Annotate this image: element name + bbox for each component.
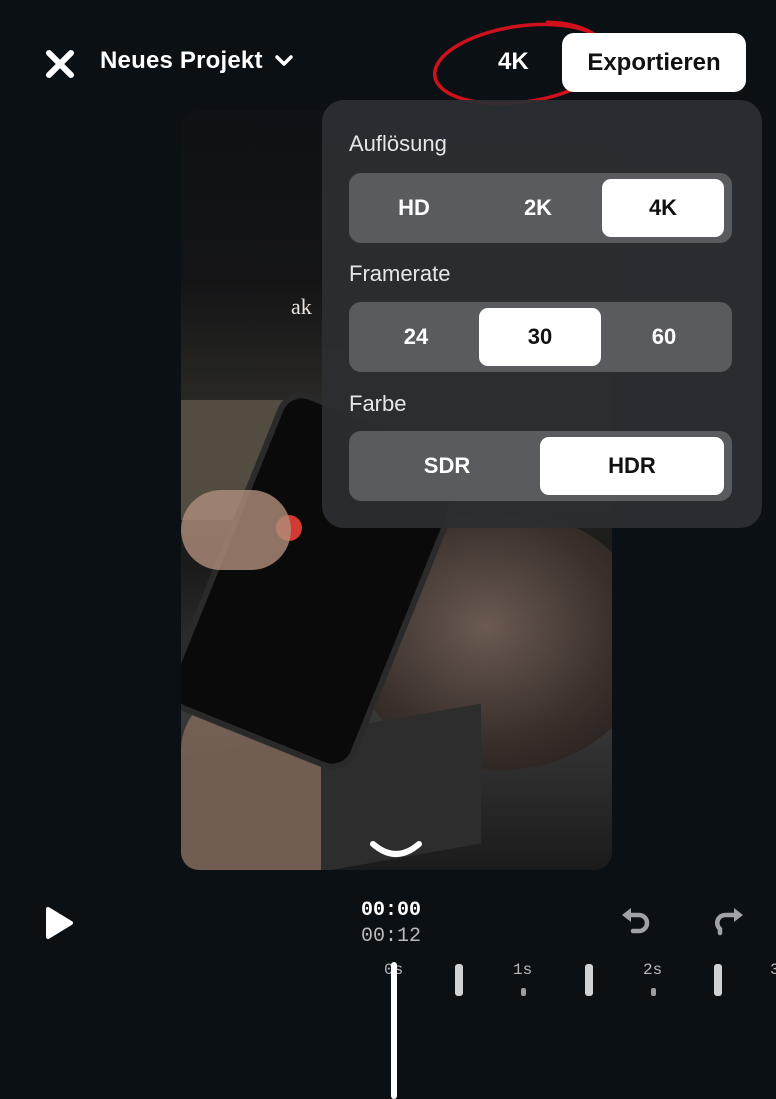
color-option-hdr[interactable]: HDR [540,437,724,495]
resolution-section-label: Auflösung [349,131,447,156]
color-section-label: Farbe [349,391,407,416]
timeline-label: 1s [513,961,533,979]
preview-overlay-text: ak [291,294,312,319]
close-button[interactable] [44,48,76,80]
timeline-label: 2s [643,961,663,979]
framerate-segmented-control: 24 30 60 [349,302,732,372]
current-time: 00:00 [361,899,422,922]
project-title-dropdown[interactable]: Neues Projekt [100,47,295,75]
play-icon[interactable] [44,906,74,940]
preview-fingers [181,490,291,570]
export-settings-panel: Auflösung HD 2K 4K Framerate 24 30 60 Fa… [322,100,762,528]
total-duration: 00:12 [361,925,422,948]
color-option-sdr[interactable]: SDR [355,437,539,495]
resolution-option-4k[interactable]: 4K [602,179,724,237]
resolution-button[interactable]: 4K [498,48,529,76]
framerate-option-60[interactable]: 60 [603,308,725,366]
chevron-down-icon[interactable] [369,838,423,862]
framerate-section-label: Framerate [349,261,451,286]
framerate-option-24[interactable]: 24 [355,308,477,366]
color-segmented-control: SDR HDR [349,431,732,501]
chevron-down-icon [274,55,293,66]
timeline-dot [521,988,526,996]
timeline-dot [651,988,656,996]
framerate-option-30[interactable]: 30 [479,308,601,366]
resolution-segmented-control: HD 2K 4K [349,173,732,243]
export-button[interactable]: Exportieren [562,33,746,92]
project-title: Neues Projekt [100,47,263,74]
redo-icon[interactable] [712,905,746,939]
undo-icon[interactable] [619,905,653,939]
timeline-tick [585,964,593,996]
resolution-option-hd[interactable]: HD [353,179,475,237]
resolution-option-2k[interactable]: 2K [477,179,599,237]
playhead[interactable] [391,962,397,1099]
timeline-label: 3 [770,961,776,979]
close-icon [46,50,74,78]
timeline-tick [714,964,722,996]
timeline-tick [455,964,463,996]
